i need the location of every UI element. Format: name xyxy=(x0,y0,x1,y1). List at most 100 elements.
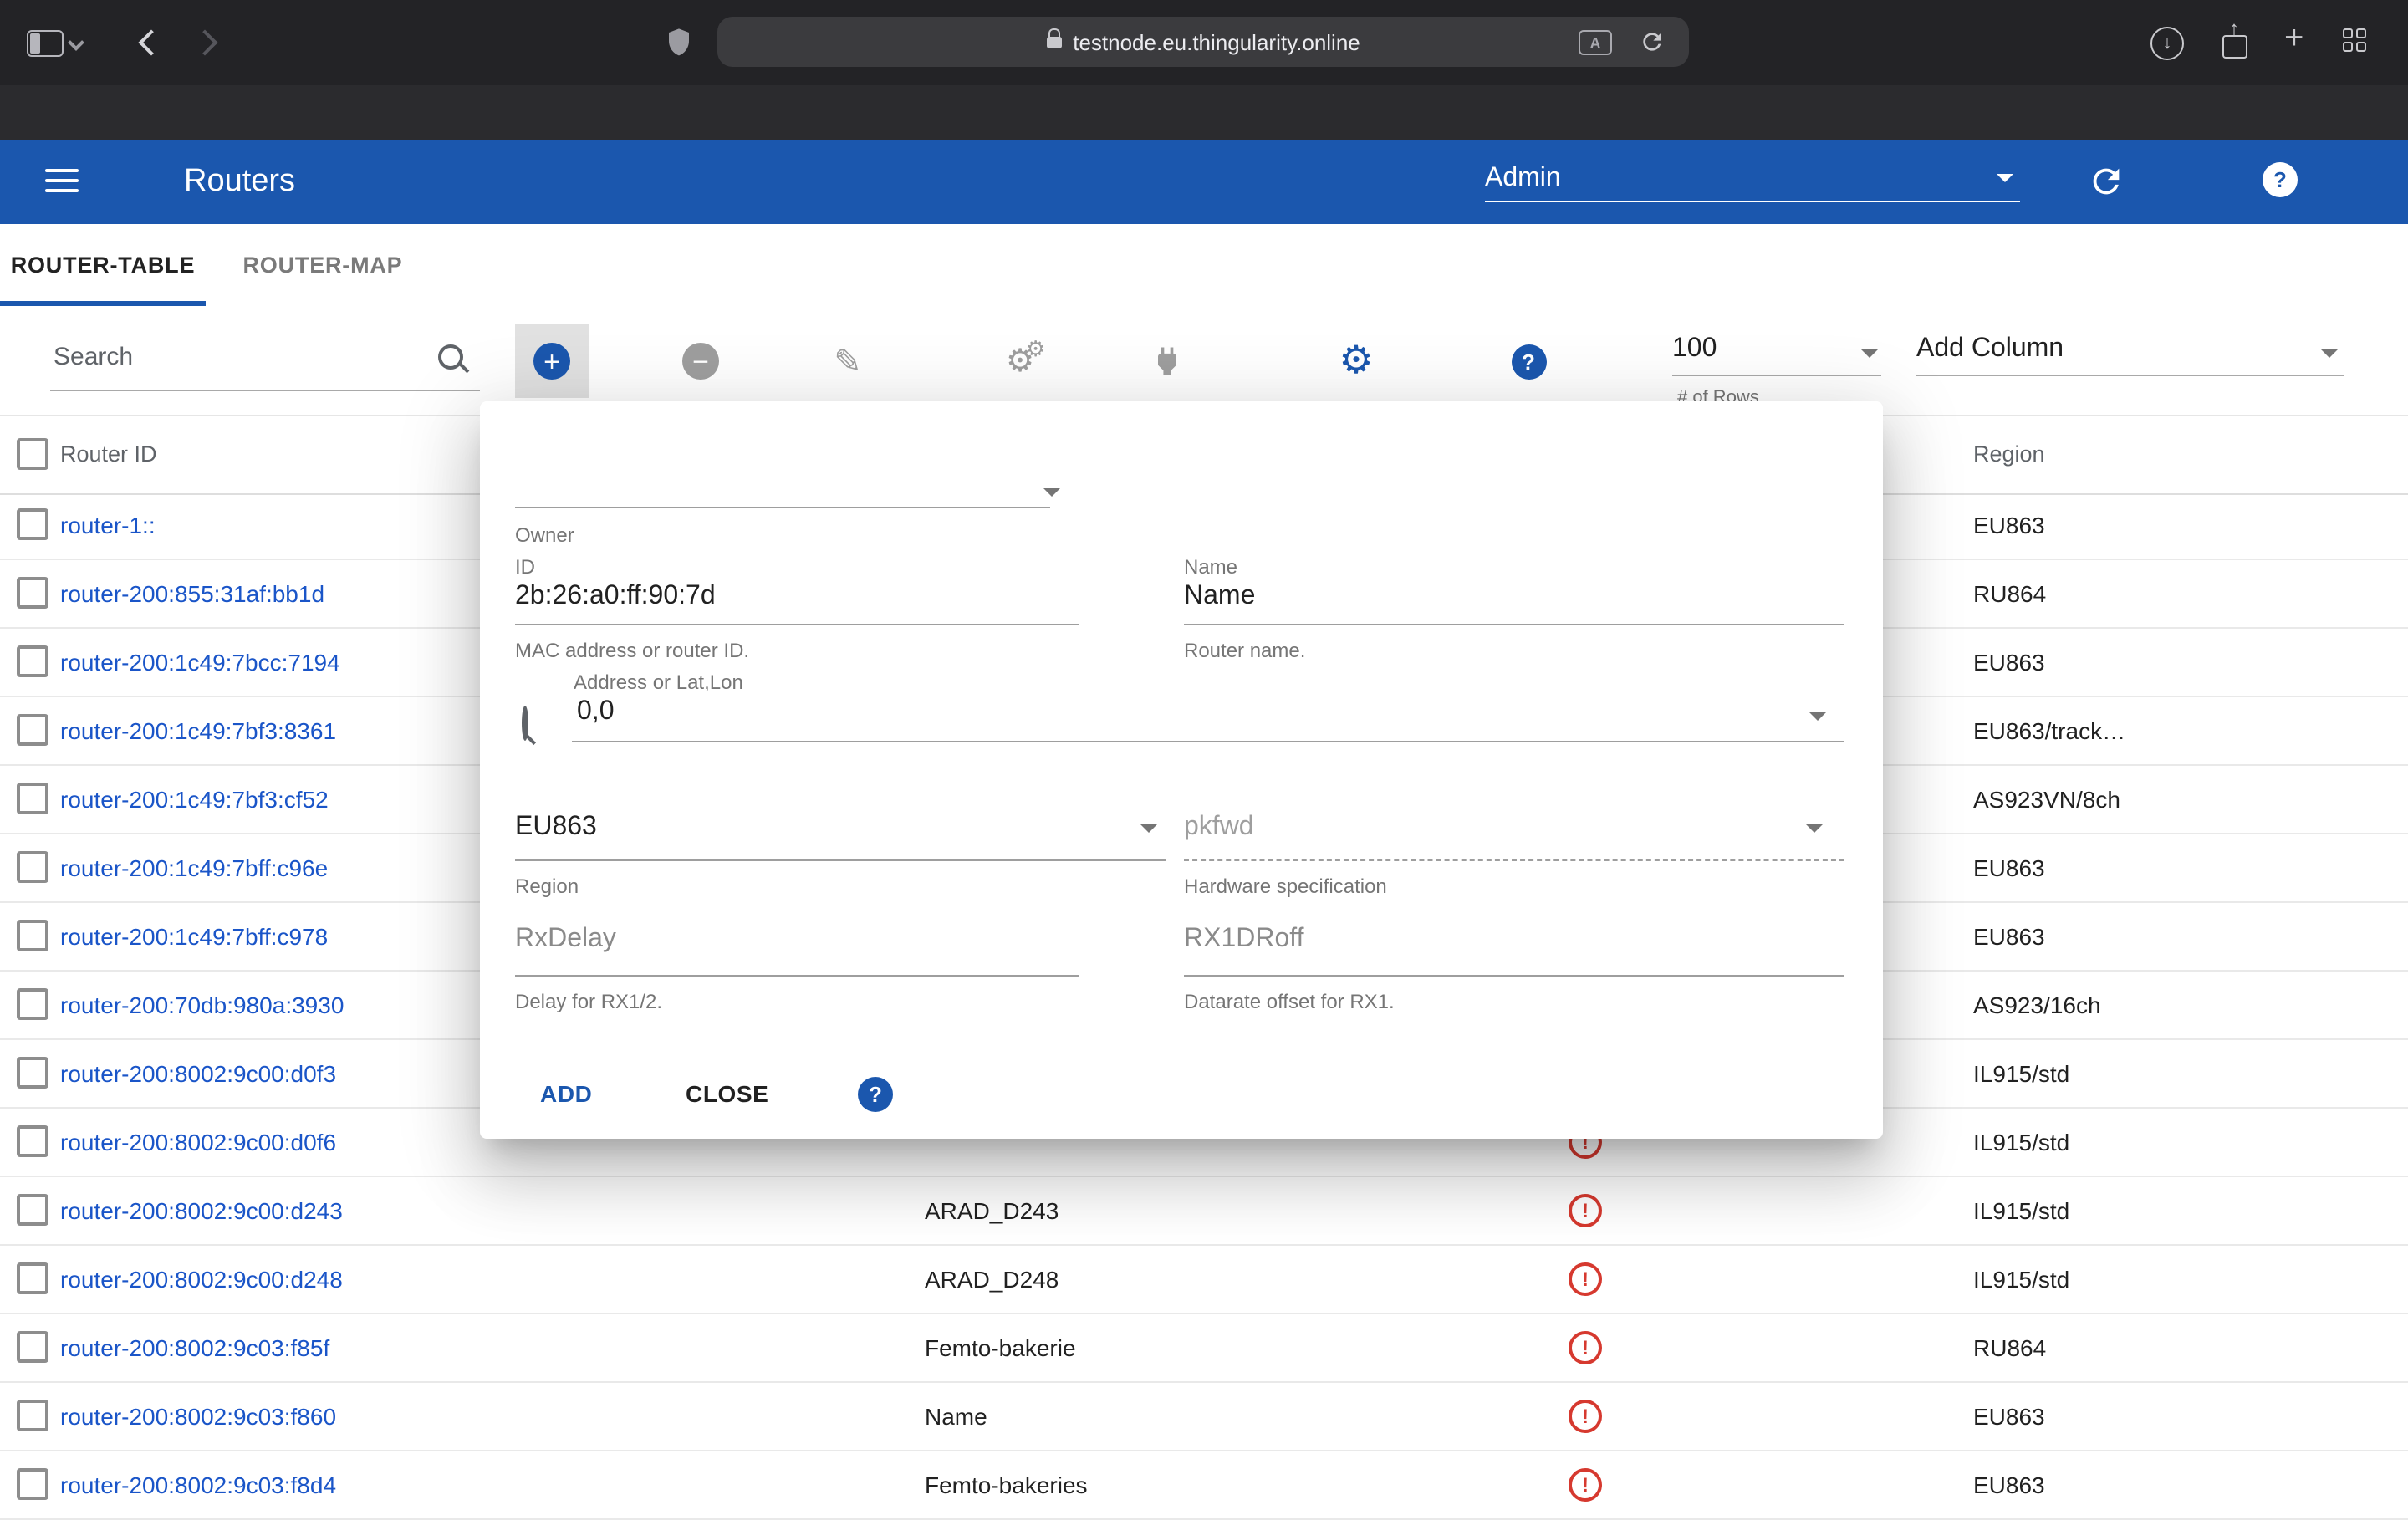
hardware-select[interactable]: pkfwd xyxy=(1184,813,1254,843)
router-id-link[interactable]: router-200:8002:9c00:d0f3 xyxy=(60,1040,336,1107)
remove-router-button[interactable]: − xyxy=(664,324,737,398)
router-region: IL915/std xyxy=(1973,1109,2069,1176)
row-checkbox[interactable] xyxy=(17,851,48,883)
router-id-link[interactable]: router-200:1c49:7bcc:7194 xyxy=(60,629,340,696)
error-icon[interactable]: ! xyxy=(1569,1331,1602,1364)
row-checkbox[interactable] xyxy=(17,988,48,1020)
row-checkbox[interactable] xyxy=(17,920,48,951)
page-title: Routers xyxy=(184,140,295,224)
row-checkbox[interactable] xyxy=(17,1194,48,1226)
router-id-link[interactable]: router-200:8002:9c03:f860 xyxy=(60,1383,336,1450)
address-input[interactable] xyxy=(577,697,1747,727)
forward-icon[interactable] xyxy=(191,29,217,55)
router-id-link[interactable]: router-200:1c49:7bff:c96e xyxy=(60,834,328,901)
error-icon[interactable]: ! xyxy=(1569,1400,1602,1433)
name-helper: Router name. xyxy=(1184,639,1305,662)
share-icon[interactable]: ↑ xyxy=(2221,22,2247,62)
address-label: Address or Lat,Lon xyxy=(574,671,743,694)
downloads-icon[interactable]: ↓ xyxy=(2150,27,2184,60)
row-checkbox[interactable] xyxy=(17,577,48,609)
rows-per-page-select[interactable]: 100 xyxy=(1672,323,1881,376)
role-select[interactable]: Admin xyxy=(1485,140,2020,224)
router-id-link[interactable]: router-200:1c49:7bf3:8361 xyxy=(60,697,336,764)
row-checkbox[interactable] xyxy=(17,714,48,746)
select-all-checkbox[interactable] xyxy=(17,438,48,470)
new-tab-icon[interactable]: + xyxy=(2284,20,2303,59)
router-region: EU863 xyxy=(1973,492,2045,559)
row-checkbox[interactable] xyxy=(17,1125,48,1157)
hardware-label: Hardware specification xyxy=(1184,875,1387,898)
owner-select[interactable] xyxy=(515,468,1050,508)
dialog-help-button[interactable]: ? xyxy=(858,1077,893,1112)
region-label: Region xyxy=(515,875,579,898)
row-checkbox[interactable] xyxy=(17,1400,48,1431)
router-id-link[interactable]: router-200:1c49:7bf3:cf52 xyxy=(60,766,329,833)
sidebar-menu-chevron-icon[interactable] xyxy=(68,34,84,51)
row-checkbox[interactable] xyxy=(17,783,48,814)
router-id-link[interactable]: router-200:8002:9c03:f85f xyxy=(60,1314,329,1381)
screen: testnode.eu.thingularity.online A ↓ ↑ + … xyxy=(0,0,2408,1505)
back-icon[interactable] xyxy=(138,29,164,55)
toolbar-help-button[interactable]: ? xyxy=(1492,324,1565,398)
router-id-link[interactable]: router-200:70db:980a:3930 xyxy=(60,972,344,1038)
add-column-value: Add Column xyxy=(1916,334,2064,363)
privacy-shield-icon[interactable] xyxy=(666,27,692,59)
id-helper: MAC address or router ID. xyxy=(515,639,749,662)
router-id-link[interactable]: router-200:8002:9c00:d243 xyxy=(60,1177,343,1244)
add-column-select[interactable]: Add Column xyxy=(1916,323,2344,376)
rx1droff-input[interactable] xyxy=(1184,925,1844,955)
manage-router-button[interactable]: ⚙⚙ xyxy=(983,324,1057,398)
error-icon[interactable]: ! xyxy=(1569,1468,1602,1502)
menu-icon[interactable] xyxy=(45,169,79,199)
row-checkbox[interactable] xyxy=(17,1331,48,1363)
router-id-link[interactable]: router-200:8002:9c03:f8d4 xyxy=(60,1451,336,1518)
header-help-button[interactable]: ? xyxy=(2263,162,2298,197)
address-search-icon[interactable] xyxy=(522,706,528,741)
router-id-link[interactable]: router-200:8002:9c00:d248 xyxy=(60,1246,343,1313)
chevron-down-icon[interactable] xyxy=(1806,824,1823,833)
table-row: router-200:8002:9c03:f860 Name ! EU863 xyxy=(0,1383,2408,1451)
name-input[interactable] xyxy=(1184,582,1844,612)
translate-icon[interactable]: A xyxy=(1579,30,1612,55)
id-input[interactable] xyxy=(515,582,1079,612)
refresh-button[interactable] xyxy=(2087,162,2125,201)
router-id-link[interactable]: router-200:855:31af:bb1d xyxy=(60,560,324,627)
close-button[interactable]: CLOSE xyxy=(686,1080,768,1107)
router-id-link[interactable]: router-200:8002:9c00:d0f6 xyxy=(60,1109,336,1176)
add-button[interactable]: ADD xyxy=(540,1080,592,1107)
settings-button[interactable]: ⚙ xyxy=(1319,324,1393,398)
tab-router-table[interactable]: ROUTER-TABLE xyxy=(0,224,206,306)
error-icon[interactable]: ! xyxy=(1569,1194,1602,1227)
favorites-bar: ☁ i WMIF:testnode.eu.thingularity.online xyxy=(0,85,2408,140)
url-text: testnode.eu.thingularity.online xyxy=(1073,29,1360,54)
rxdelay-input[interactable] xyxy=(515,925,1079,955)
router-id-link[interactable]: router-200:1c49:7bff:c978 xyxy=(60,903,328,970)
router-name: Name xyxy=(925,1383,987,1450)
reload-icon[interactable] xyxy=(1639,28,1666,55)
chevron-down-icon[interactable] xyxy=(1140,824,1157,833)
router-name: Femto-bakeries xyxy=(925,1451,1088,1518)
chevron-down-icon[interactable] xyxy=(1809,712,1826,721)
edit-router-button[interactable]: ✎ xyxy=(811,324,885,398)
router-id-link[interactable]: router-1:: xyxy=(60,492,156,559)
sidebar-toggle-icon[interactable] xyxy=(27,30,64,57)
error-icon[interactable]: ! xyxy=(1569,1262,1602,1296)
connect-router-button[interactable] xyxy=(1130,324,1204,398)
table-row: router-200:8002:9c03:f8d4 Femto-bakeries… xyxy=(0,1451,2408,1520)
router-region: AS923/16ch xyxy=(1973,972,2101,1038)
url-bar[interactable]: testnode.eu.thingularity.online A xyxy=(717,17,1689,67)
rxdelay-helper: Delay for RX1/2. xyxy=(515,990,662,1013)
tab-overview-icon[interactable] xyxy=(2343,28,2370,55)
router-region: EU863/track… xyxy=(1973,697,2125,764)
row-checkbox[interactable] xyxy=(17,1057,48,1089)
tab-router-map[interactable]: ROUTER-MAP xyxy=(206,224,440,306)
row-checkbox[interactable] xyxy=(17,508,48,540)
router-region: RU864 xyxy=(1973,1314,2046,1381)
row-checkbox[interactable] xyxy=(17,1468,48,1500)
add-router-button[interactable]: + xyxy=(515,324,589,398)
row-checkbox[interactable] xyxy=(17,1262,48,1294)
search-input[interactable] xyxy=(50,328,435,385)
router-region: EU863 xyxy=(1973,834,2045,901)
row-checkbox[interactable] xyxy=(17,645,48,677)
region-select[interactable]: EU863 xyxy=(515,813,597,843)
